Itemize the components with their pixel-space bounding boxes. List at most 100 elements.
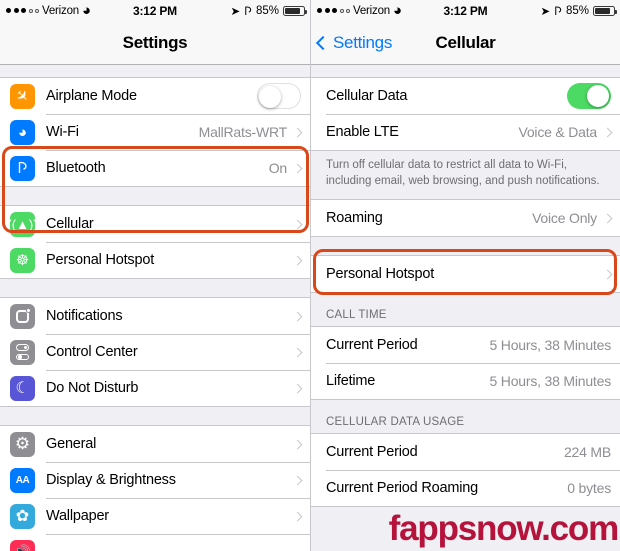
row-label: Lifetime [326,373,376,390]
general-chevron-group [292,439,310,449]
airplane-mode-control[interactable] [257,83,310,109]
status-bar-left: Verizon ◕ 3:12 PM ➤ 𐌐 85% [0,0,310,21]
chevron-right-icon [292,127,303,137]
nav-bar-left: Settings [0,21,310,65]
back-button-label: Settings [333,32,393,52]
sidebar-item-cellular[interactable]: ((▲)) Cellular [0,206,310,242]
sidebar-item-personal-hotspot[interactable]: ☸ Personal Hotspot [0,242,310,278]
cellular-screen: Verizon ◕ 3:12 PM ➤ 𐌐 85% Settings Cellu… [310,0,620,551]
chevron-right-icon [292,383,303,393]
row-label: Roaming [326,210,383,227]
notifications-chevron-group [292,311,310,321]
cellular-data-group: Cellular Data Enable LTE Voice & Data [311,77,620,151]
cellular-data-control[interactable] [567,83,620,109]
sidebar-item-label: Notifications [46,308,123,324]
chevron-right-icon [602,269,613,279]
back-button[interactable]: Settings [311,33,392,53]
roaming-value-group: Voice Only [532,210,620,226]
sidebar-item-bluetooth[interactable]: 𐌐 Bluetooth On [0,150,310,186]
chevron-right-icon [292,511,303,521]
wifi-value: MallRats-WRT [198,124,288,140]
sidebar-item-do-not-disturb[interactable]: Do Not Disturb [0,370,310,406]
row-label: Current Period Roaming [326,480,478,497]
sidebar-item-sounds[interactable]: 🔊 [0,534,310,551]
cellular-data-toggle[interactable] [567,83,611,109]
wallpaper-icon [10,503,35,529]
data-usage-group: Current Period 224 MB Current Period Roa… [311,433,620,508]
wallpaper-chevron-group [292,511,310,521]
sidebar-item-label: Do Not Disturb [46,380,139,396]
wifi-icon: ◕ [10,119,35,145]
row-data-current-period-roaming: Current Period Roaming 0 bytes [311,470,620,507]
chevron-right-icon [292,311,303,321]
sidebar-item-notifications[interactable]: Notifications [0,298,310,334]
sidebar-item-control-center[interactable]: Control Center [0,334,310,370]
call-time-lifetime-value: 5 Hours, 38 Minutes [489,373,612,390]
hotspot-chevron-group [292,255,310,265]
group-gap [311,237,620,255]
sidebar-item-label: Control Center [46,344,138,360]
row-call-time-lifetime: Lifetime 5 Hours, 38 Minutes [311,363,620,400]
status-bar-right: Verizon ◕ 3:12 PM ➤ 𐌐 85% [311,0,620,21]
row-label: Cellular Data [326,88,408,104]
bluetooth-icon: 𐌐 [10,155,35,181]
sidebar-item-label: Display & Brightness [46,472,176,488]
nav-bar-right: Settings Cellular [311,21,620,65]
call-time-group: Current Period 5 Hours, 38 Minutes Lifet… [311,326,620,401]
group-gap [0,407,310,425]
list-top-gap [311,65,620,77]
chevron-right-icon [292,255,303,265]
data-current-value-group: 224 MB [564,444,620,460]
airplane-icon [10,83,35,109]
gear-icon [10,431,35,457]
sidebar-item-label: Wi-Fi [46,124,79,140]
battery-icon [593,5,617,16]
data-current-value: 224 MB [563,444,611,461]
settings-list[interactable]: Airplane Mode ◕ Wi-Fi MallRats-WRT 𐌐 Blu… [0,65,310,551]
sidebar-item-wallpaper[interactable]: Wallpaper [0,498,310,534]
group-gap [0,279,310,297]
chevron-right-icon [292,219,303,229]
chevron-right-icon [292,475,303,485]
sidebar-item-wifi[interactable]: ◕ Wi-Fi MallRats-WRT [0,114,310,150]
row-label: Current Period [326,444,418,461]
row-enable-lte[interactable]: Enable LTE Voice & Data [311,114,620,150]
sidebar-item-label: Bluetooth [46,160,106,176]
notifications-icon [10,303,35,329]
sidebar-item-airplane-mode[interactable]: Airplane Mode [0,78,310,114]
hotspot-chevron-group [602,269,620,279]
hotspot-group: Personal Hotspot [311,255,620,294]
chevron-right-icon [602,213,613,223]
sidebar-item-display-brightness[interactable]: AA Display & Brightness [0,462,310,498]
row-cellular-data[interactable]: Cellular Data [311,78,620,114]
settings-group-notifications: Notifications Control Center Do Not Dist… [0,297,310,407]
data-usage-header: CELLULAR DATA USAGE [326,416,465,429]
group-gap [0,187,310,205]
row-data-current-period: Current Period 224 MB [311,434,620,471]
enable-lte-value: Voice & Data [518,124,597,140]
call-time-header: CALL TIME [326,309,387,322]
row-call-time-current-period: Current Period 5 Hours, 38 Minutes [311,327,620,364]
chevron-right-icon [602,127,613,137]
display-brightness-icon: AA [10,467,35,493]
sidebar-item-label: General [46,436,97,452]
personal-hotspot-icon: ☸ [10,247,35,273]
sidebar-item-label: Airplane Mode [46,88,137,104]
control-center-chevron-group [292,347,310,357]
sidebar-item-label: Personal Hotspot [46,252,155,268]
row-label: Current Period [326,337,418,354]
row-roaming[interactable]: Roaming Voice Only [311,200,620,237]
airplane-mode-toggle[interactable] [257,83,301,109]
cellular-chevron-group [292,219,310,229]
sidebar-item-general[interactable]: General [0,426,310,462]
display-chevron-group [292,475,310,485]
page-title: Settings [122,32,188,52]
site-watermark: fappsnow.com [388,509,620,548]
cellular-tower-icon: ((▲)) [7,211,38,237]
call-time-current-value: 5 Hours, 38 Minutes [489,337,612,354]
chevron-right-icon [292,347,303,357]
row-personal-hotspot[interactable]: Personal Hotspot [311,256,620,293]
cellular-list[interactable]: Cellular Data Enable LTE Voice & Data Tu… [311,65,620,551]
bluetooth-value-group: On [269,160,310,176]
settings-screen: Verizon ◕ 3:12 PM ➤ 𐌐 85% Settings Airpl… [0,0,310,551]
